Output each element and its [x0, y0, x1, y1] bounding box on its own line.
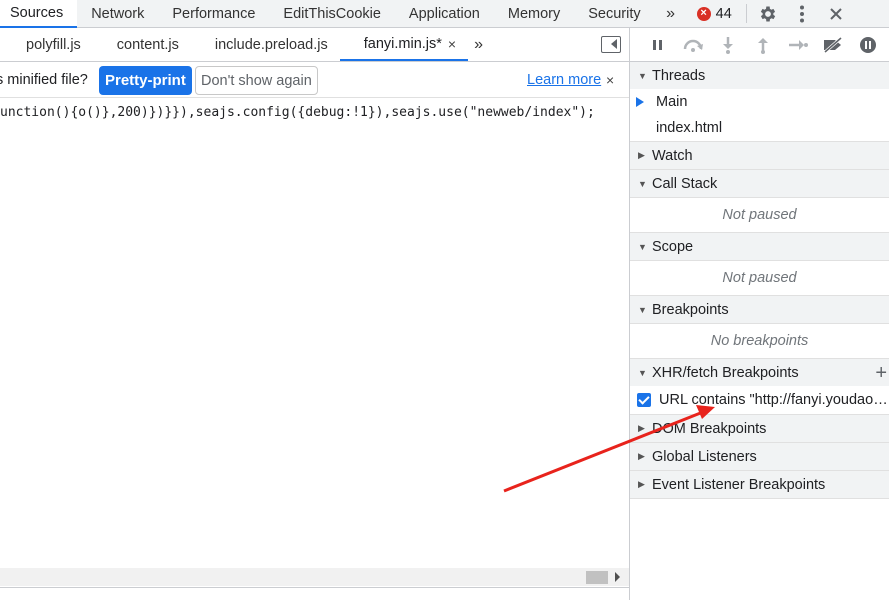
dom-breakpoints-title: DOM Breakpoints [652, 420, 767, 437]
collapsed-triangle-icon: ▶ [638, 479, 645, 489]
pretty-print-infobar: s minified file? Pretty-print Don't show… [0, 62, 629, 98]
more-files-chevron-icon[interactable]: » [468, 28, 489, 61]
pause-icon[interactable] [640, 28, 675, 62]
infobar-close-icon[interactable]: × [606, 72, 614, 88]
watch-title: Watch [652, 147, 693, 164]
debugger-toolbar [630, 28, 889, 62]
call-stack-section: ▼ Call Stack Not paused [630, 170, 889, 233]
more-tabs-chevron-icon[interactable]: » [655, 0, 687, 27]
threads-title: Threads [652, 67, 706, 84]
dom-breakpoints-section: ▶ DOM Breakpoints [630, 415, 889, 443]
threads-header[interactable]: ▼ Threads [630, 62, 889, 89]
call-stack-title: Call Stack [652, 175, 718, 192]
devtools-panel-tabs: Sources Network Performance EditThisCook… [0, 0, 889, 28]
collapsed-triangle-icon: ▶ [638, 150, 645, 160]
tab-security[interactable]: Security [574, 0, 654, 27]
debugger-sidebar: ▼ Threads Main index.html ▶ Watch ▼ Call… [629, 28, 889, 600]
thread-main[interactable]: Main [630, 89, 889, 115]
close-tab-icon[interactable]: × [448, 36, 456, 52]
pretty-print-button[interactable]: Pretty-print [99, 66, 192, 95]
expanded-triangle-icon: ▼ [638, 70, 647, 81]
expanded-triangle-icon: ▼ [638, 178, 647, 189]
xhr-breakpoints-section: ▼ XHR/fetch Breakpoints + URL contains "… [630, 359, 889, 415]
file-tab-include-preload[interactable]: include.preload.js [191, 28, 340, 61]
step-out-icon[interactable] [745, 28, 780, 62]
event-listener-breakpoints-section: ▶ Event Listener Breakpoints [630, 471, 889, 499]
scroll-right-arrow-icon[interactable] [615, 572, 620, 582]
collapsed-triangle-icon: ▶ [638, 451, 645, 461]
file-tab-content[interactable]: content.js [93, 28, 191, 61]
file-tab-label: fanyi.min.js* [363, 35, 442, 52]
scope-empty-message: Not paused [630, 260, 889, 295]
expanded-triangle-icon: ▼ [638, 304, 647, 315]
editor-status-bar [0, 587, 629, 600]
xhr-breakpoint-checkbox[interactable] [637, 393, 651, 407]
dont-show-again-button[interactable]: Don't show again [195, 66, 318, 95]
tab-performance[interactable]: Performance [158, 0, 269, 27]
watch-section: ▶ Watch [630, 142, 889, 170]
global-listeners-section: ▶ Global Listeners [630, 443, 889, 471]
more-options-kebab-icon[interactable] [785, 0, 819, 27]
thread-label: Main [656, 94, 688, 110]
global-listeners-header[interactable]: ▶ Global Listeners [630, 443, 889, 470]
file-tab-fanyi-min[interactable]: fanyi.min.js* × [339, 28, 469, 61]
learn-more-link[interactable]: Learn more [527, 72, 601, 88]
xhr-breakpoint-url: URL contains "http://fanyi.youdao.com/tr… [659, 392, 889, 408]
error-counter[interactable]: × 44 [687, 0, 742, 27]
call-stack-header[interactable]: ▼ Call Stack [630, 170, 889, 197]
code-line[interactable]: unction(){o()},200)})}}),seajs.config({d… [0, 105, 629, 120]
source-editor-pane: polyfill.js content.js include.preload.j… [0, 28, 629, 600]
toolbar-divider [745, 4, 747, 23]
tab-memory[interactable]: Memory [494, 0, 574, 27]
breakpoints-header[interactable]: ▼ Breakpoints [630, 296, 889, 323]
toggle-debugger-sidebar-icon[interactable] [601, 36, 621, 53]
pause-on-exceptions-icon[interactable] [850, 28, 885, 62]
close-devtools-icon[interactable] [819, 0, 853, 27]
infobar-message: s minified file? [0, 71, 88, 88]
call-stack-empty-message: Not paused [630, 197, 889, 232]
step-into-icon[interactable] [710, 28, 745, 62]
scope-title: Scope [652, 238, 694, 255]
tab-application[interactable]: Application [395, 0, 494, 27]
xhr-breakpoint-item[interactable]: URL contains "http://fanyi.youdao.com/tr… [630, 386, 889, 414]
current-thread-arrow-icon [636, 97, 644, 107]
xhr-breakpoints-header[interactable]: ▼ XHR/fetch Breakpoints + [630, 359, 889, 386]
thread-label: index.html [656, 120, 723, 136]
dom-breakpoints-header[interactable]: ▶ DOM Breakpoints [630, 415, 889, 442]
collapsed-triangle-icon: ▶ [638, 423, 645, 433]
breakpoints-title: Breakpoints [652, 301, 729, 318]
horizontal-scrollbar[interactable] [0, 568, 629, 586]
file-tabs: polyfill.js content.js include.preload.j… [0, 28, 629, 62]
scope-section: ▼ Scope Not paused [630, 233, 889, 296]
xhr-breakpoints-title: XHR/fetch Breakpoints [652, 364, 799, 381]
breakpoints-empty-message: No breakpoints [630, 323, 889, 358]
error-count: 44 [715, 5, 732, 22]
tab-sources[interactable]: Sources [0, 0, 78, 28]
add-xhr-breakpoint-plus-icon[interactable]: + [875, 363, 887, 383]
expanded-triangle-icon: ▼ [638, 367, 647, 378]
scope-header[interactable]: ▼ Scope [630, 233, 889, 260]
event-listener-breakpoints-title: Event Listener Breakpoints [652, 476, 826, 493]
tab-editthiscookie[interactable]: EditThisCookie [269, 0, 395, 27]
scrollbar-thumb[interactable] [586, 571, 608, 584]
breakpoints-section: ▼ Breakpoints No breakpoints [630, 296, 889, 359]
expanded-triangle-icon: ▼ [638, 241, 647, 252]
deactivate-breakpoints-icon[interactable] [815, 28, 850, 62]
step-over-icon[interactable] [675, 28, 710, 62]
error-icon: × [696, 6, 711, 21]
tab-network[interactable]: Network [77, 0, 158, 27]
thread-index-html[interactable]: index.html [630, 115, 889, 141]
settings-gear-icon[interactable] [751, 0, 785, 27]
step-icon[interactable] [780, 28, 815, 62]
watch-header[interactable]: ▶ Watch [630, 142, 889, 169]
threads-section: ▼ Threads Main index.html [630, 62, 889, 142]
file-tab-polyfill[interactable]: polyfill.js [0, 28, 93, 61]
global-listeners-title: Global Listeners [652, 448, 757, 465]
event-listener-breakpoints-header[interactable]: ▶ Event Listener Breakpoints [630, 471, 889, 498]
